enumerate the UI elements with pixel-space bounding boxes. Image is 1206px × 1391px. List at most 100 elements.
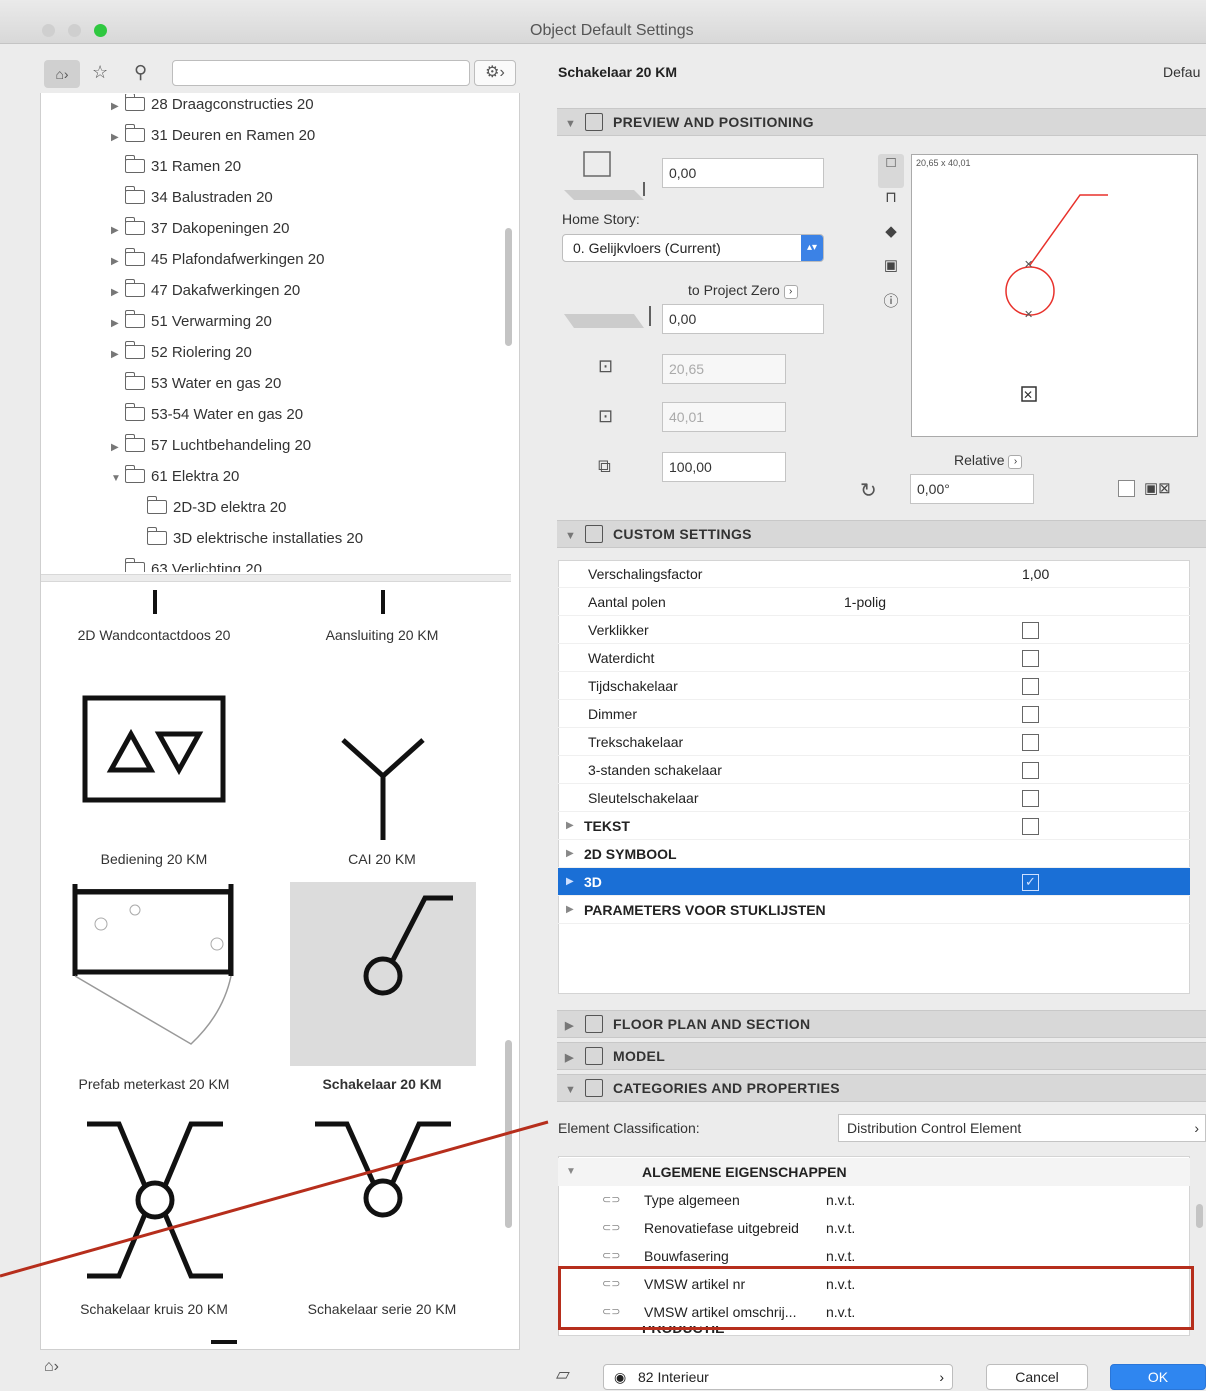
param-checkbox[interactable] [1022, 762, 1039, 779]
folder-icon [124, 341, 145, 359]
section-view-icon[interactable]: ⊓ [878, 188, 904, 222]
pane-splitter[interactable] [41, 574, 511, 582]
to-project-zero-label[interactable]: to Project Zero › [688, 282, 798, 299]
zoom-window-button[interactable] [94, 24, 107, 37]
param-row[interactable]: Verschalingsfactor 1,00 [558, 560, 1190, 588]
tree-item[interactable]: ▶ 45 Plafondafwerkingen 20 [111, 245, 324, 275]
offset-field[interactable]: 0,00 [662, 158, 824, 188]
param-checkbox[interactable] [1022, 650, 1039, 667]
meter-cabinet-door-swing [74, 975, 232, 1045]
home-story-select[interactable]: 0. Gelijkvloers (Current) ▴▾ [562, 234, 824, 262]
cancel-button[interactable]: Cancel [986, 1364, 1088, 1390]
chevron-right-icon[interactable]: › [1008, 455, 1023, 469]
param-checkbox[interactable] [1022, 706, 1039, 723]
angle-field[interactable]: 0,00° [910, 474, 1034, 504]
plan-view-icon[interactable]: □ [878, 154, 904, 188]
elevation-field[interactable]: 0,00 [662, 304, 824, 334]
tree-item[interactable]: ▶ 57 Luchtbehandeling 20 [111, 431, 311, 461]
library-manager-icon[interactable]: ⌂› [44, 1358, 59, 1376]
object-label[interactable]: 2D Wandcontactdoos 20 [44, 627, 264, 643]
elevation-icon [564, 306, 651, 328]
folder-icon [124, 94, 145, 111]
preview-switch-symbol: ✕ ✕ ✕ [1005, 194, 1108, 402]
property-row[interactable]: ⊂⊃ Type algemeen n.v.t. [558, 1186, 1190, 1214]
tree-item[interactable]: 53-54 Water en gas 20 [111, 400, 303, 430]
param-row[interactable]: Waterdicht [558, 644, 1190, 672]
tree-item[interactable]: 31 Ramen 20 [111, 152, 241, 182]
tree-item[interactable]: 53 Water en gas 20 [111, 369, 281, 399]
tree-scrollbar[interactable] [505, 228, 512, 346]
property-group-header[interactable]: ▼ ALGEMENE EIGENSCHAPPEN [558, 1158, 1190, 1186]
ok-button[interactable]: OK [1110, 1364, 1206, 1390]
param-row[interactable]: Aantal polen 1-polig [558, 588, 1190, 616]
param-checkbox[interactable] [1022, 678, 1039, 695]
param-group-3d[interactable]: ▶ 3D ✓ [558, 868, 1190, 896]
folder-icon [124, 310, 145, 328]
tree-item[interactable]: 34 Balustraden 20 [111, 183, 273, 213]
preview-section-header[interactable]: ▼ PREVIEW AND POSITIONING [557, 108, 1206, 136]
model-section-header[interactable]: ▶ MODEL [557, 1042, 1206, 1070]
param-row[interactable]: 3-standen schakelaar [558, 756, 1190, 784]
3d-view-icon[interactable]: ◆ [878, 222, 904, 256]
tree-item[interactable]: ▶ 37 Dakopeningen 20 [111, 214, 289, 244]
close-window-button[interactable] [42, 24, 55, 37]
library-settings-gear-icon[interactable]: ⚙› [474, 60, 516, 86]
classification-label: Element Classification: [558, 1120, 700, 1136]
scale-field[interactable]: 100,00 [662, 452, 786, 482]
library-footer [40, 1352, 520, 1391]
param-row[interactable]: Trekschakelaar [558, 728, 1190, 756]
depth-field[interactable]: 40,01 [662, 402, 786, 432]
relative-label[interactable]: Relative › [954, 452, 1023, 469]
categories-section-header[interactable]: ▼ CATEGORIES AND PROPERTIES [557, 1074, 1206, 1102]
tree-item[interactable]: 63 Verlichting 20 [111, 555, 262, 572]
classification-select[interactable]: Distribution Control Element › [838, 1114, 1206, 1142]
tree-item[interactable]: ▶ 31 Deuren en Ramen 20 [111, 121, 315, 151]
property-row[interactable]: ⊂⊃ Renovatiefase uitgebreid n.v.t. [558, 1214, 1190, 1242]
custom-settings-section-header[interactable]: ▼ CUSTOM SETTINGS [557, 520, 1206, 548]
param-row[interactable]: Dimmer [558, 700, 1190, 728]
tree-item[interactable]: ▶ 51 Verwarming 20 [111, 307, 272, 337]
mirror-icons[interactable]: ▣⊠ [1144, 479, 1171, 497]
param-row[interactable]: Sleutelschakelaar [558, 784, 1190, 812]
param-checkbox[interactable] [1022, 734, 1039, 751]
param-group-tekst[interactable]: ▶ TEKST [558, 812, 1190, 840]
tree-item[interactable]: ▼ 61 Elektra 20 [111, 462, 239, 492]
minimize-window-button[interactable] [68, 24, 81, 37]
param-row[interactable]: Tijdschakelaar [558, 672, 1190, 700]
object-label[interactable]: CAI 20 KM [272, 851, 492, 867]
mirror-checkbox[interactable] [1118, 480, 1135, 497]
param-group-stuklijsten[interactable]: ▶ PARAMETERS VOOR STUKLIJSTEN [558, 896, 1190, 924]
tree-item[interactable]: 3D elektrische installaties 20 [133, 524, 363, 554]
object-label[interactable]: Aansluiting 20 KM [272, 627, 492, 643]
model-icon [585, 1047, 603, 1065]
control-triangle-up [106, 728, 156, 773]
param-checkbox-checked[interactable]: ✓ [1022, 874, 1039, 891]
param-checkbox[interactable] [1022, 818, 1039, 835]
floor-plan-section-header[interactable]: ▶ FLOOR PLAN AND SECTION [557, 1010, 1206, 1038]
object-label[interactable]: Prefab meterkast 20 KM [44, 1076, 264, 1092]
param-checkbox[interactable] [1022, 622, 1039, 639]
properties-scrollbar[interactable] [1196, 1204, 1203, 1228]
width-field[interactable]: 20,65 [662, 354, 786, 384]
param-checkbox[interactable] [1022, 790, 1039, 807]
object-label-selected[interactable]: Schakelaar 20 KM [272, 1076, 492, 1092]
tree-item[interactable]: ▶ 28 Draagconstructies 20 [111, 94, 314, 120]
object-label[interactable]: Schakelaar kruis 20 KM [44, 1301, 264, 1317]
tree-item[interactable]: ▶ 52 Riolering 20 [111, 338, 252, 368]
label-view-icon[interactable]: ▣ [878, 256, 904, 290]
library-view-icon[interactable]: ⌂› [44, 60, 80, 88]
tree-item-selected[interactable]: 2D-3D elektra 20 [133, 493, 286, 523]
annotation-arrow [0, 1120, 549, 1278]
layer-select[interactable]: ◉ 82 Interieur › [603, 1364, 953, 1390]
object-label[interactable]: Schakelaar serie 20 KM [272, 1301, 492, 1317]
search-icon[interactable]: ⚲ [134, 62, 147, 83]
favorites-star-icon[interactable]: ☆ [92, 62, 108, 83]
info-icon[interactable]: ⓘ [878, 290, 904, 324]
object-label[interactable]: Bediening 20 KM [44, 851, 264, 867]
chevron-right-icon[interactable]: › [783, 285, 798, 299]
preview-section-icon [585, 113, 603, 131]
library-search-input[interactable] [172, 60, 470, 86]
tree-item[interactable]: ▶ 47 Dakafwerkingen 20 [111, 276, 300, 306]
param-row[interactable]: Verklikker [558, 616, 1190, 644]
param-group-2d-symbool[interactable]: ▶ 2D SYMBOOL [558, 840, 1190, 868]
